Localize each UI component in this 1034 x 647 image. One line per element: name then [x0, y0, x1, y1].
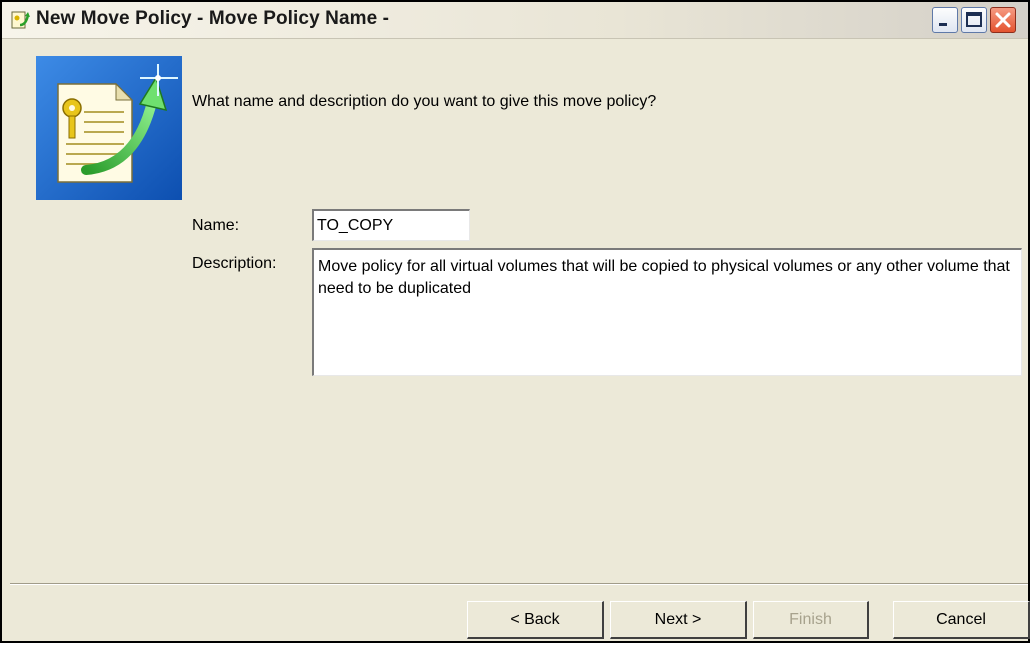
title-bar[interactable]: New Move Policy - Move Policy Name - — [2, 2, 1028, 39]
wizard-window: New Move Policy - Move Policy Name - Wha… — [0, 0, 1030, 643]
minimize-button[interactable] — [932, 7, 958, 33]
button-separator — [10, 583, 1028, 585]
minimize-icon — [939, 23, 947, 26]
maximize-icon — [966, 12, 982, 27]
name-label: Name: — [192, 217, 240, 234]
close-icon — [995, 12, 1011, 28]
maximize-button[interactable] — [961, 7, 987, 33]
next-button[interactable]: Next > — [610, 601, 747, 639]
wizard-question: What name and description do you want to… — [192, 93, 657, 110]
back-button[interactable]: < Back — [467, 601, 604, 639]
policy-app-icon — [11, 11, 30, 29]
window-title: New Move Policy - Move Policy Name - — [36, 8, 390, 29]
policy-document-key-arrow-icon — [36, 56, 182, 200]
close-button[interactable] — [990, 7, 1016, 33]
description-label: Description: — [192, 255, 277, 272]
name-field[interactable] — [312, 209, 470, 241]
cancel-button[interactable]: Cancel — [893, 601, 1030, 639]
description-field[interactable]: Move policy for all virtual volumes that… — [312, 248, 1022, 376]
finish-button[interactable]: Finish — [753, 601, 869, 639]
